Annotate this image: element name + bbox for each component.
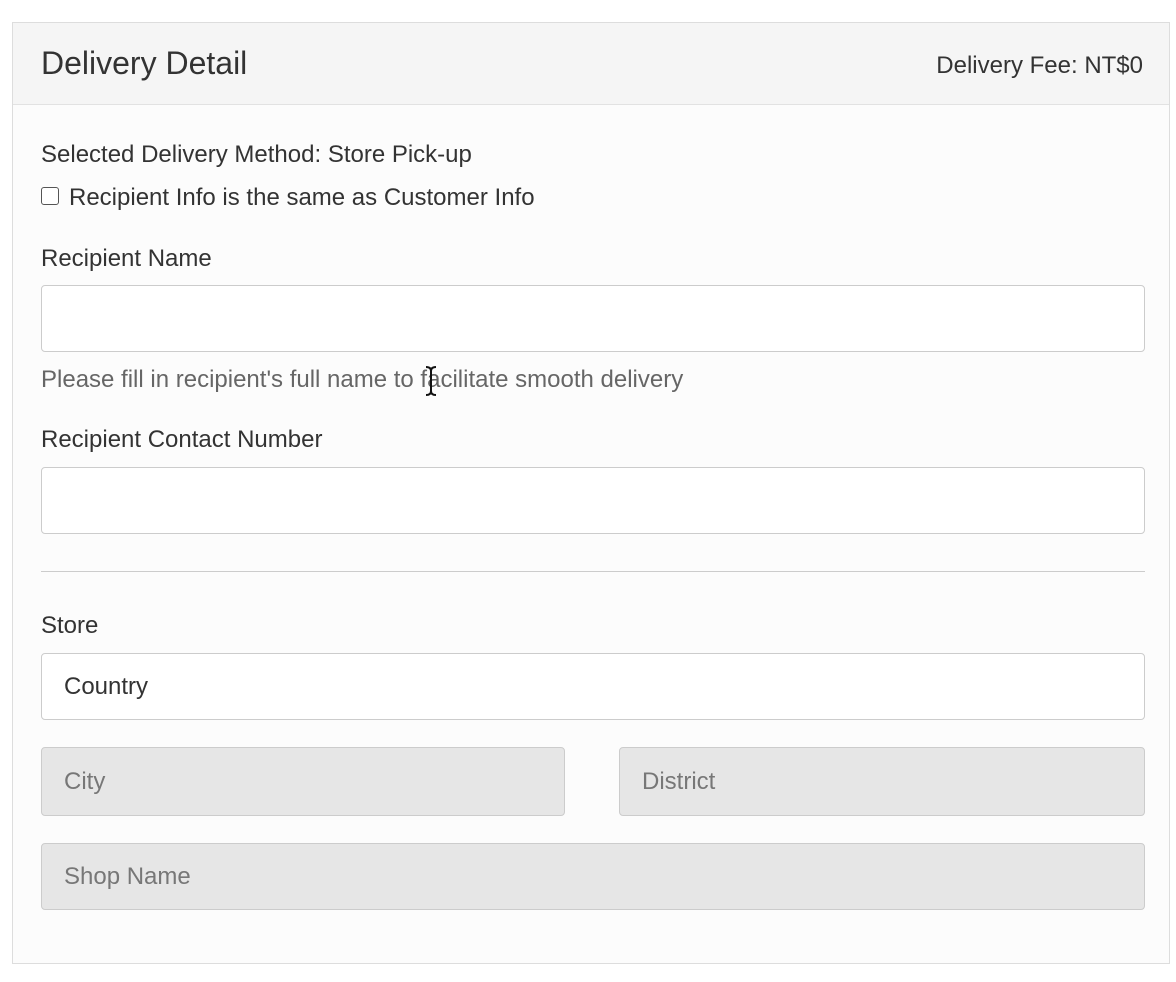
shop-name-select[interactable]: Shop Name bbox=[41, 843, 1145, 910]
delivery-fee-label: Delivery Fee: bbox=[936, 52, 1078, 79]
recipient-contact-input[interactable] bbox=[41, 467, 1145, 534]
delivery-detail-panel: Delivery Detail Delivery Fee: NT$0 Selec… bbox=[12, 22, 1170, 964]
delivery-method-label: Selected Delivery Method: bbox=[41, 141, 322, 168]
recipient-name-label: Recipient Name bbox=[41, 245, 212, 272]
city-select[interactable]: City bbox=[41, 747, 565, 816]
panel-header: Delivery Detail Delivery Fee: NT$0 bbox=[13, 23, 1169, 105]
checkbox-unchecked-icon[interactable] bbox=[41, 187, 59, 205]
district-select[interactable]: District bbox=[619, 747, 1145, 816]
delivery-fee-value: NT$0 bbox=[1084, 52, 1143, 79]
recipient-name-input[interactable] bbox=[41, 285, 1145, 352]
panel-title: Delivery Detail bbox=[41, 45, 248, 81]
recipient-contact-label: Recipient Contact Number bbox=[41, 426, 323, 453]
same-as-customer-label[interactable]: Recipient Info is the same as Customer I… bbox=[69, 183, 535, 213]
country-select[interactable]: Country bbox=[41, 653, 1145, 720]
selected-delivery-method: Selected Delivery Method: Store Pick-up bbox=[41, 140, 472, 170]
section-divider bbox=[41, 571, 1145, 572]
store-label: Store bbox=[41, 612, 99, 639]
recipient-name-help: Please fill in recipient's full name to … bbox=[41, 366, 684, 393]
delivery-fee: Delivery Fee: NT$0 bbox=[936, 51, 1143, 81]
text-cursor-icon bbox=[425, 366, 437, 396]
delivery-method-value: Store Pick-up bbox=[327, 141, 472, 168]
